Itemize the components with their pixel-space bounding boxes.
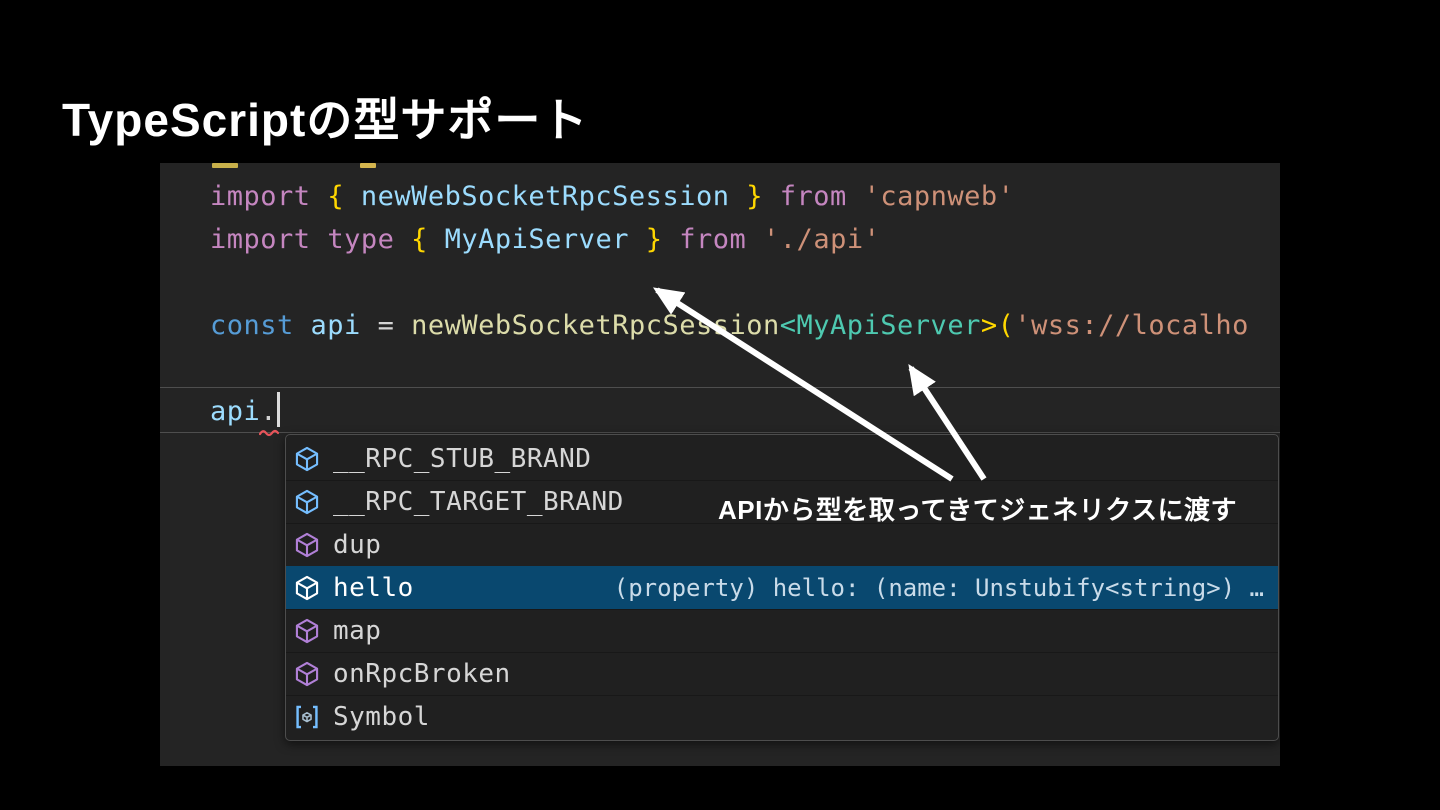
suggestion-item[interactable]: map: [286, 609, 1278, 652]
code-line: const api = newWebSocketRpcSession<MyApi…: [210, 310, 1249, 341]
code-editor[interactable]: import { newWebSocketRpcSession } from '…: [160, 163, 1280, 766]
suggestion-label: __RPC_TARGET_BRAND: [333, 487, 624, 517]
autocomplete-dropdown[interactable]: __RPC_STUB_BRAND __RPC_TARGET_BRANDdup hel…: [285, 434, 1279, 741]
error-squiggle-icon: [259, 429, 279, 437]
symbol-property-icon: [294, 575, 320, 601]
clipped-code-line: [212, 163, 238, 168]
code-line: import { newWebSocketRpcSession } from '…: [210, 181, 1015, 212]
suggestion-label: Symbol: [333, 702, 430, 732]
suggestion-item[interactable]: __RPC_STUB_BRAND: [286, 437, 1278, 480]
slide: TypeScriptの型サポート import { newWebSocketRp…: [0, 0, 1440, 810]
suggestion-item[interactable]: dup: [286, 523, 1278, 566]
code-line: api.: [210, 396, 278, 427]
suggestion-item[interactable]: Symbol: [286, 695, 1278, 738]
symbol-method-icon: [294, 661, 320, 687]
text-cursor: [277, 392, 280, 427]
suggestion-label: dup: [333, 530, 382, 560]
code-area[interactable]: import { newWebSocketRpcSession } from '…: [210, 175, 1249, 433]
page-title: TypeScriptの型サポート: [62, 94, 589, 146]
clipped-code-line: [360, 163, 376, 168]
symbol-field-icon: [294, 489, 320, 515]
suggestion-item[interactable]: onRpcBroken: [286, 652, 1278, 695]
suggestion-label: map: [333, 616, 382, 646]
suggestion-label: onRpcBroken: [333, 659, 511, 689]
symbol-symbol-icon: [294, 704, 320, 730]
symbol-field-icon: [294, 446, 320, 472]
code-line: import type { MyApiServer } from './api': [210, 224, 881, 255]
suggestion-detail: (property) hello: (name: Unstubify<strin…: [613, 574, 1264, 602]
annotation-text: APIから型を取ってきてジェネリクスに渡す: [718, 495, 1237, 525]
symbol-method-icon: [294, 532, 320, 558]
suggestion-label: __RPC_STUB_BRAND: [333, 443, 592, 474]
suggestion-item[interactable]: hello (property) hello: (name: Unstubify<…: [286, 566, 1278, 609]
suggestion-label: hello: [333, 573, 414, 603]
symbol-method-icon: [294, 618, 320, 644]
